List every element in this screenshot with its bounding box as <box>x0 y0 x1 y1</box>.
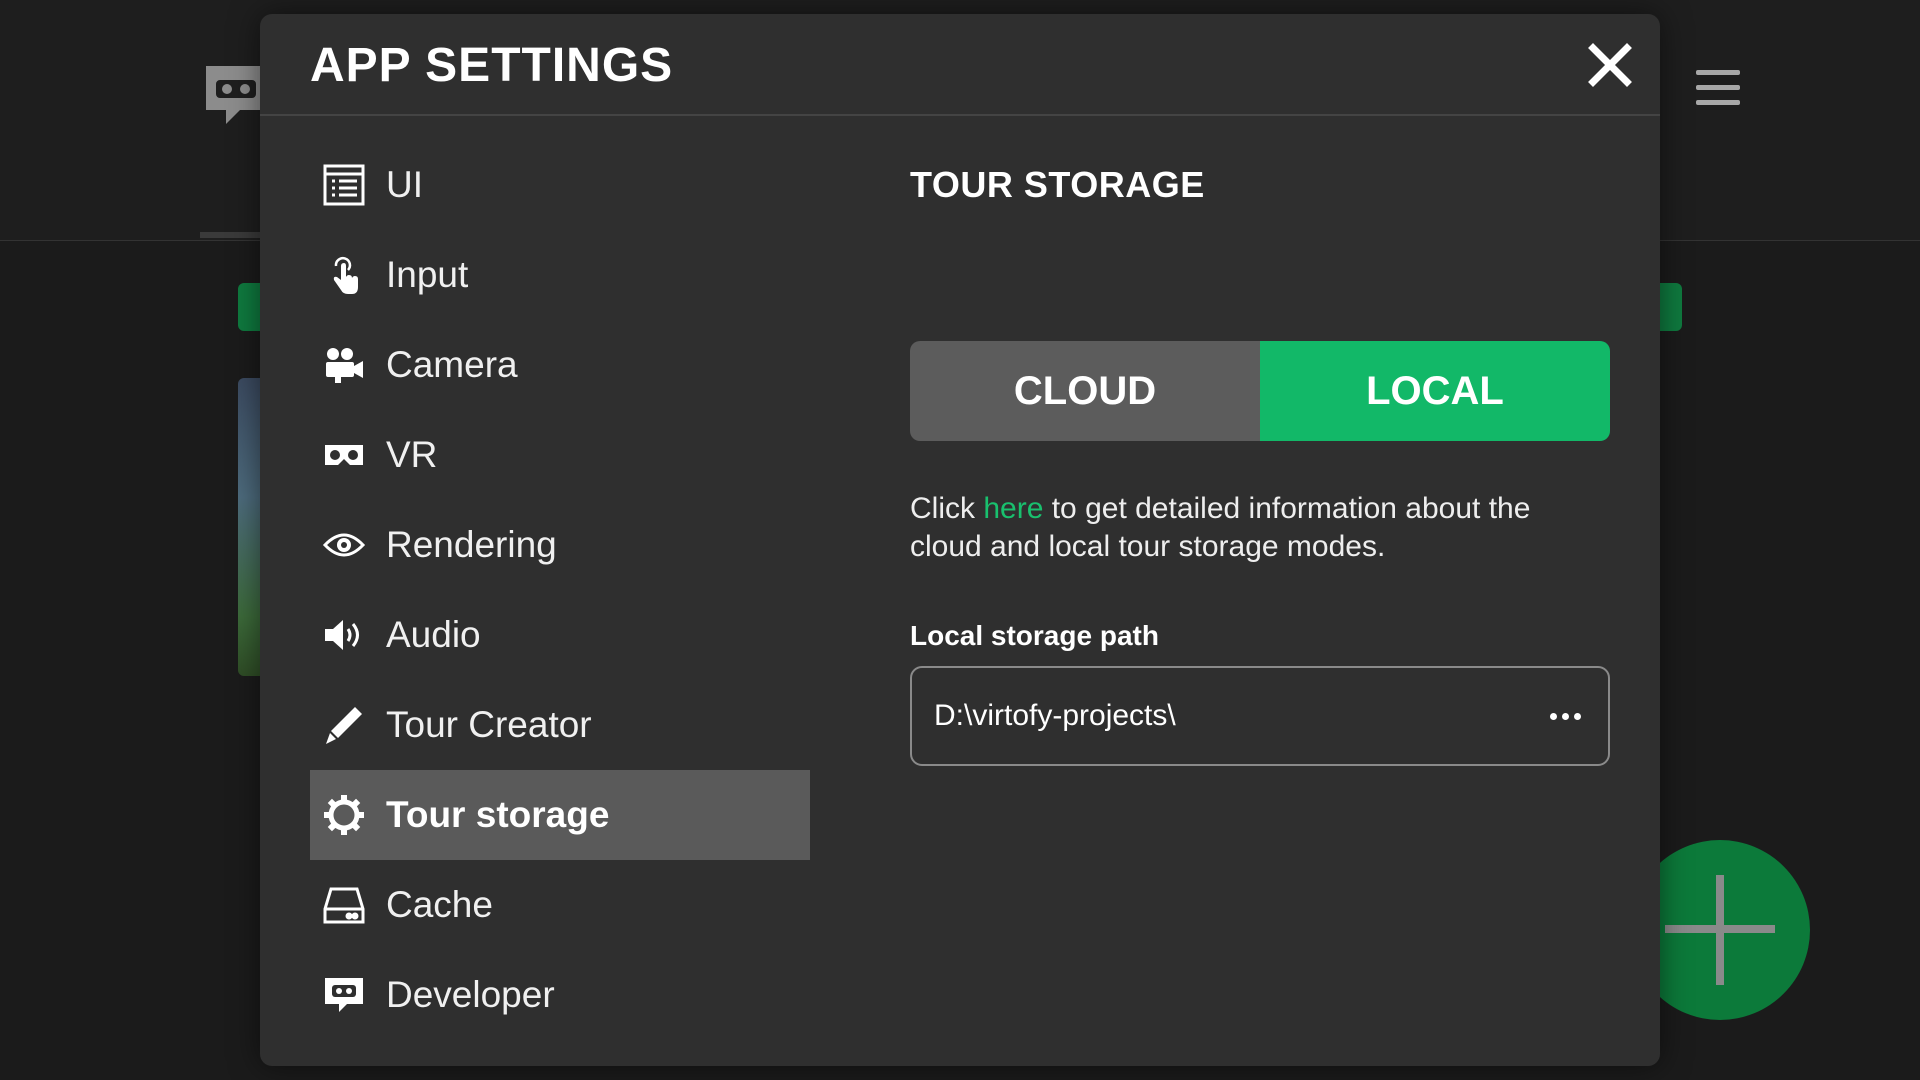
vr-headset-icon <box>322 433 366 477</box>
close-icon[interactable] <box>1585 40 1635 90</box>
gear-icon <box>322 793 366 837</box>
drive-icon <box>322 883 366 927</box>
dialog-header: APP SETTINGS <box>260 14 1660 116</box>
local-storage-path-field <box>910 666 1610 766</box>
sidebar-item-rendering[interactable]: Rendering <box>310 500 810 590</box>
sidebar-item-ui[interactable]: UI <box>310 140 810 230</box>
info-prefix: Click <box>910 492 984 525</box>
speaker-icon <box>322 613 366 657</box>
sidebar-item-label: Tour storage <box>386 794 610 835</box>
local-storage-path-input[interactable] <box>934 668 1494 764</box>
section-title: TOUR STORAGE <box>910 164 1205 205</box>
sidebar-item-cache[interactable]: Cache <box>310 860 810 950</box>
dialog-title: APP SETTINGS <box>310 39 674 92</box>
local-storage-path-label: Local storage path <box>910 620 1159 651</box>
sidebar-item-label: Rendering <box>386 524 557 565</box>
sidebar-item-tour-creator[interactable]: Tour Creator <box>310 680 810 770</box>
developer-icon <box>322 973 366 1017</box>
sidebar-item-label: Input <box>386 254 469 295</box>
storage-info-text: Click here to get detailed information a… <box>910 490 1610 566</box>
list-icon <box>322 163 366 207</box>
camera-icon <box>322 343 366 387</box>
storage-mode-toggle: CLOUD LOCAL <box>910 341 1610 441</box>
sidebar-item-label: Camera <box>386 344 518 385</box>
sidebar-item-tour-storage[interactable]: Tour storage <box>310 770 810 860</box>
sidebar-item-label: Developer <box>386 974 555 1015</box>
sidebar-item-label: Cache <box>386 884 493 925</box>
sidebar-item-label: VR <box>386 434 438 475</box>
sidebar-item-developer[interactable]: Developer <box>310 950 810 1040</box>
sidebar-item-camera[interactable]: Camera <box>310 320 810 410</box>
app-settings-dialog: APP SETTINGS UI Input Camera VR Renderin… <box>260 14 1660 1066</box>
sidebar-item-label: Audio <box>386 614 481 655</box>
eye-icon <box>322 523 366 567</box>
sidebar-item-input[interactable]: Input <box>310 230 810 320</box>
hamburger-menu-icon[interactable] <box>1696 70 1740 110</box>
info-link[interactable]: here <box>983 492 1043 525</box>
pencil-icon <box>322 703 366 747</box>
local-toggle-button[interactable]: LOCAL <box>1260 341 1610 441</box>
sidebar-item-audio[interactable]: Audio <box>310 590 810 680</box>
touch-icon <box>322 253 366 297</box>
settings-sidebar: UI Input Camera VR Rendering Audio Tour … <box>310 140 810 1040</box>
sidebar-item-label: UI <box>386 164 423 205</box>
sidebar-item-vr[interactable]: VR <box>310 410 810 500</box>
browse-more-icon[interactable] <box>1540 694 1590 738</box>
sidebar-item-label: Tour Creator <box>386 704 592 745</box>
cloud-toggle-button[interactable]: CLOUD <box>910 341 1260 441</box>
